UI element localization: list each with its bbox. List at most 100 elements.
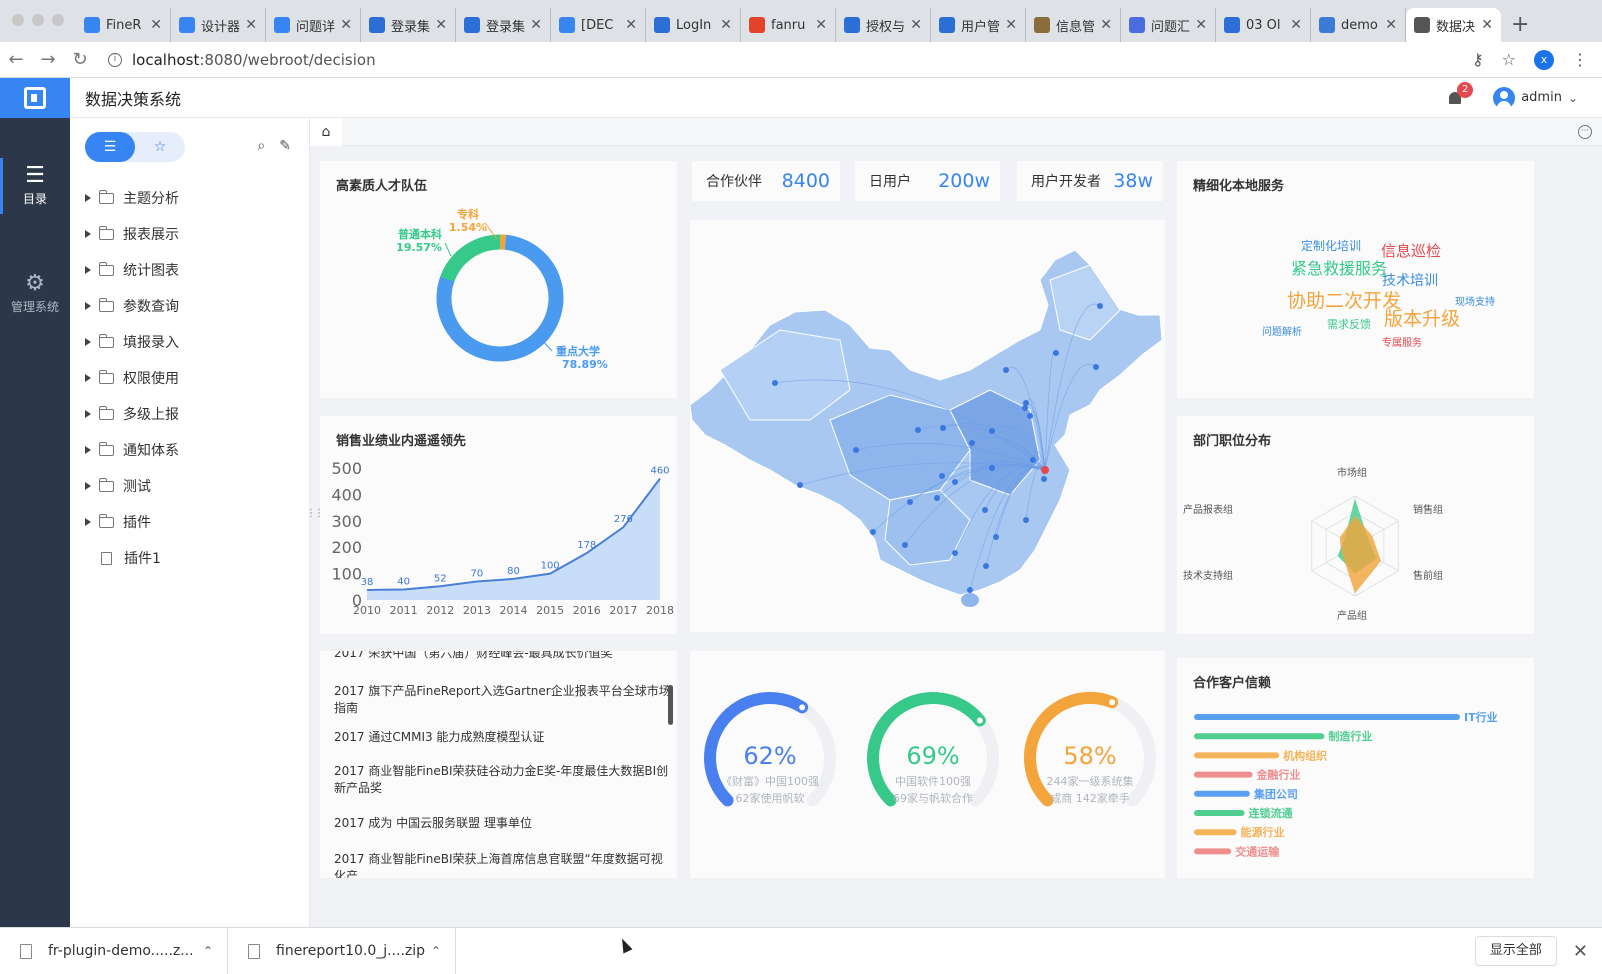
- expand-triangle-icon[interactable]: [85, 374, 91, 382]
- rail-item-catalog[interactable]: ☰ 目录: [0, 158, 70, 214]
- tab-close-icon[interactable]: ✕: [150, 17, 162, 33]
- tab-close-icon[interactable]: ✕: [720, 17, 732, 33]
- news-scrollbar[interactable]: [668, 685, 673, 725]
- browser-tab[interactable]: 问题汇 ✕: [1121, 8, 1216, 42]
- download-item[interactable]: fr-plugin-demo.....z... ⌃: [0, 927, 228, 974]
- tree-leaf[interactable]: 插件1: [70, 540, 310, 576]
- news-item[interactable]: 2017 商业智能FineBI荣获硅谷动力金E奖-年度最佳大数据BI创新产品奖: [334, 763, 674, 797]
- bookmark-star-icon[interactable]: ☆: [1502, 50, 1516, 69]
- tab-close-icon[interactable]: ✕: [910, 17, 922, 33]
- expand-triangle-icon[interactable]: [85, 194, 91, 202]
- tree-folder[interactable]: 主题分析: [70, 180, 310, 216]
- tree-folder[interactable]: 报表展示: [70, 216, 310, 252]
- news-item[interactable]: 2017 荣获中国（第六届）财经峰会-最具成长价值奖: [334, 651, 674, 662]
- chevron-down-icon[interactable]: ⌄: [1568, 91, 1578, 105]
- tab-close-icon[interactable]: ✕: [815, 17, 827, 33]
- word-cloud-term: 定制化培训: [1301, 238, 1361, 253]
- sidebar-resize-handle[interactable]: ⋮⋮: [306, 508, 324, 519]
- tree-folder[interactable]: 测试: [70, 468, 310, 504]
- tab-close-icon[interactable]: ✕: [1005, 17, 1017, 33]
- map-point: [989, 428, 995, 434]
- news-item[interactable]: 2017 商业智能FineBI荣获上海首席信息官联盟“年度数据可视化产: [334, 851, 674, 878]
- news-item[interactable]: 2017 成为 中国云服务联盟 理事单位: [334, 815, 674, 832]
- key-icon[interactable]: ⚷: [1472, 50, 1484, 69]
- expand-triangle-icon[interactable]: [85, 230, 91, 238]
- expand-triangle-icon[interactable]: [85, 338, 91, 346]
- home-tab-icon[interactable]: ⌂: [310, 118, 342, 146]
- rail-item-admin[interactable]: ⚙ 管理系统: [0, 266, 70, 322]
- tab-close-icon[interactable]: ✕: [625, 17, 637, 33]
- tree-folder[interactable]: 多级上报: [70, 396, 310, 432]
- tab-close-icon[interactable]: ✕: [530, 17, 542, 33]
- browser-tab[interactable]: 数据决 ✕: [1406, 8, 1501, 42]
- tree-folder[interactable]: 填报录入: [70, 324, 310, 360]
- tab-close-icon[interactable]: ✕: [1290, 17, 1302, 33]
- tree-folder[interactable]: 通知体系: [70, 432, 310, 468]
- expand-triangle-icon[interactable]: [85, 302, 91, 310]
- profile-avatar[interactable]: x: [1534, 49, 1554, 70]
- site-info-icon[interactable]: i: [108, 52, 122, 67]
- tab-close-icon[interactable]: ✕: [1385, 17, 1397, 33]
- tree-folder[interactable]: 插件: [70, 504, 310, 540]
- favorites-star-icon[interactable]: ☆: [135, 132, 185, 162]
- reload-icon[interactable]: ↻: [64, 49, 96, 70]
- chevron-up-icon[interactable]: ⌃: [203, 944, 213, 958]
- app-logo[interactable]: [0, 77, 70, 118]
- client-bar: [1194, 714, 1460, 720]
- tab-close-icon[interactable]: ✕: [435, 17, 447, 33]
- browser-tab[interactable]: 03 Ol ✕: [1216, 8, 1311, 42]
- tab-close-icon[interactable]: ✕: [1481, 17, 1493, 33]
- tab-close-icon[interactable]: ✕: [1100, 17, 1112, 33]
- browser-tab[interactable]: 用户管 ✕: [931, 8, 1026, 42]
- tree-folder[interactable]: 统计图表: [70, 252, 310, 288]
- expand-triangle-icon[interactable]: [85, 410, 91, 418]
- download-item[interactable]: finereport10.0_j....zip ⌃: [228, 927, 456, 974]
- minimize-window-button[interactable]: [32, 14, 44, 26]
- tab-close-icon[interactable]: ✕: [1195, 17, 1207, 33]
- news-card[interactable]: 2017 荣获中国（第六届）财经峰会-最具成长价值奖 2017 旗下产品FineR…: [320, 651, 677, 878]
- browser-tab[interactable]: 授权与 ✕: [836, 8, 931, 42]
- word-cloud-term: 现场支持: [1455, 295, 1495, 308]
- pin-icon[interactable]: ✎: [279, 138, 291, 154]
- close-window-button[interactable]: [12, 14, 24, 26]
- forward-icon[interactable]: →: [32, 49, 64, 70]
- notification-bell-icon[interactable]: 2: [1447, 81, 1474, 106]
- donut-label-pct: 78.89%: [562, 358, 608, 371]
- expand-triangle-icon[interactable]: [85, 266, 91, 274]
- news-item[interactable]: 2017 通过CMMI3 能力成熟度模型认证: [334, 729, 674, 746]
- back-icon[interactable]: ←: [0, 49, 32, 70]
- tab-close-icon[interactable]: ✕: [340, 17, 352, 33]
- news-item[interactable]: 2017 旗下产品FineReport入选Gartner企业报表平台全球市场指南: [334, 683, 674, 717]
- more-options-icon[interactable]: ···: [1578, 125, 1592, 139]
- expand-triangle-icon[interactable]: [85, 446, 91, 454]
- url-field[interactable]: i localhost :8080/webroot/decision: [108, 51, 376, 69]
- browser-tab[interactable]: 登录集 ✕: [456, 8, 551, 42]
- search-icon[interactable]: ⌕: [257, 138, 265, 154]
- maximize-window-button[interactable]: [52, 14, 64, 26]
- expand-triangle-icon[interactable]: [85, 482, 91, 490]
- user-avatar[interactable]: [1493, 86, 1516, 109]
- chevron-up-icon[interactable]: ⌃: [431, 944, 441, 958]
- user-name[interactable]: admin: [1521, 90, 1562, 105]
- close-icon[interactable]: ✕: [1573, 941, 1588, 962]
- browser-tab[interactable]: [DEC ✕: [551, 8, 646, 42]
- show-all-downloads-button[interactable]: 显示全部: [1474, 936, 1557, 966]
- browser-tab[interactable]: LogIn ✕: [646, 8, 741, 42]
- browser-tab[interactable]: 设计器 ✕: [171, 8, 266, 42]
- new-tab-button[interactable]: +: [1511, 8, 1529, 42]
- browser-tab[interactable]: demo ✕: [1311, 8, 1406, 42]
- browser-tab[interactable]: 信息管 ✕: [1026, 8, 1121, 42]
- browser-tab[interactable]: 问题详 ✕: [266, 8, 361, 42]
- expand-triangle-icon[interactable]: [85, 518, 91, 526]
- browser-tab[interactable]: 登录集 ✕: [361, 8, 456, 42]
- browser-menu-icon[interactable]: ⋮: [1572, 50, 1588, 69]
- list-view-button[interactable]: ☰: [85, 132, 135, 162]
- gauge-caption: 244家一级系统集: [1047, 774, 1134, 788]
- tree-folder[interactable]: 参数查询: [70, 288, 310, 324]
- tab-close-icon[interactable]: ✕: [245, 17, 257, 33]
- browser-tab[interactable]: FineR ✕: [76, 8, 171, 42]
- tree-folder[interactable]: 权限使用: [70, 360, 310, 396]
- tab-title: LogIn: [676, 17, 712, 33]
- rail-label-catalog: 目录: [22, 192, 47, 206]
- browser-tab[interactable]: fanru ✕: [741, 8, 836, 42]
